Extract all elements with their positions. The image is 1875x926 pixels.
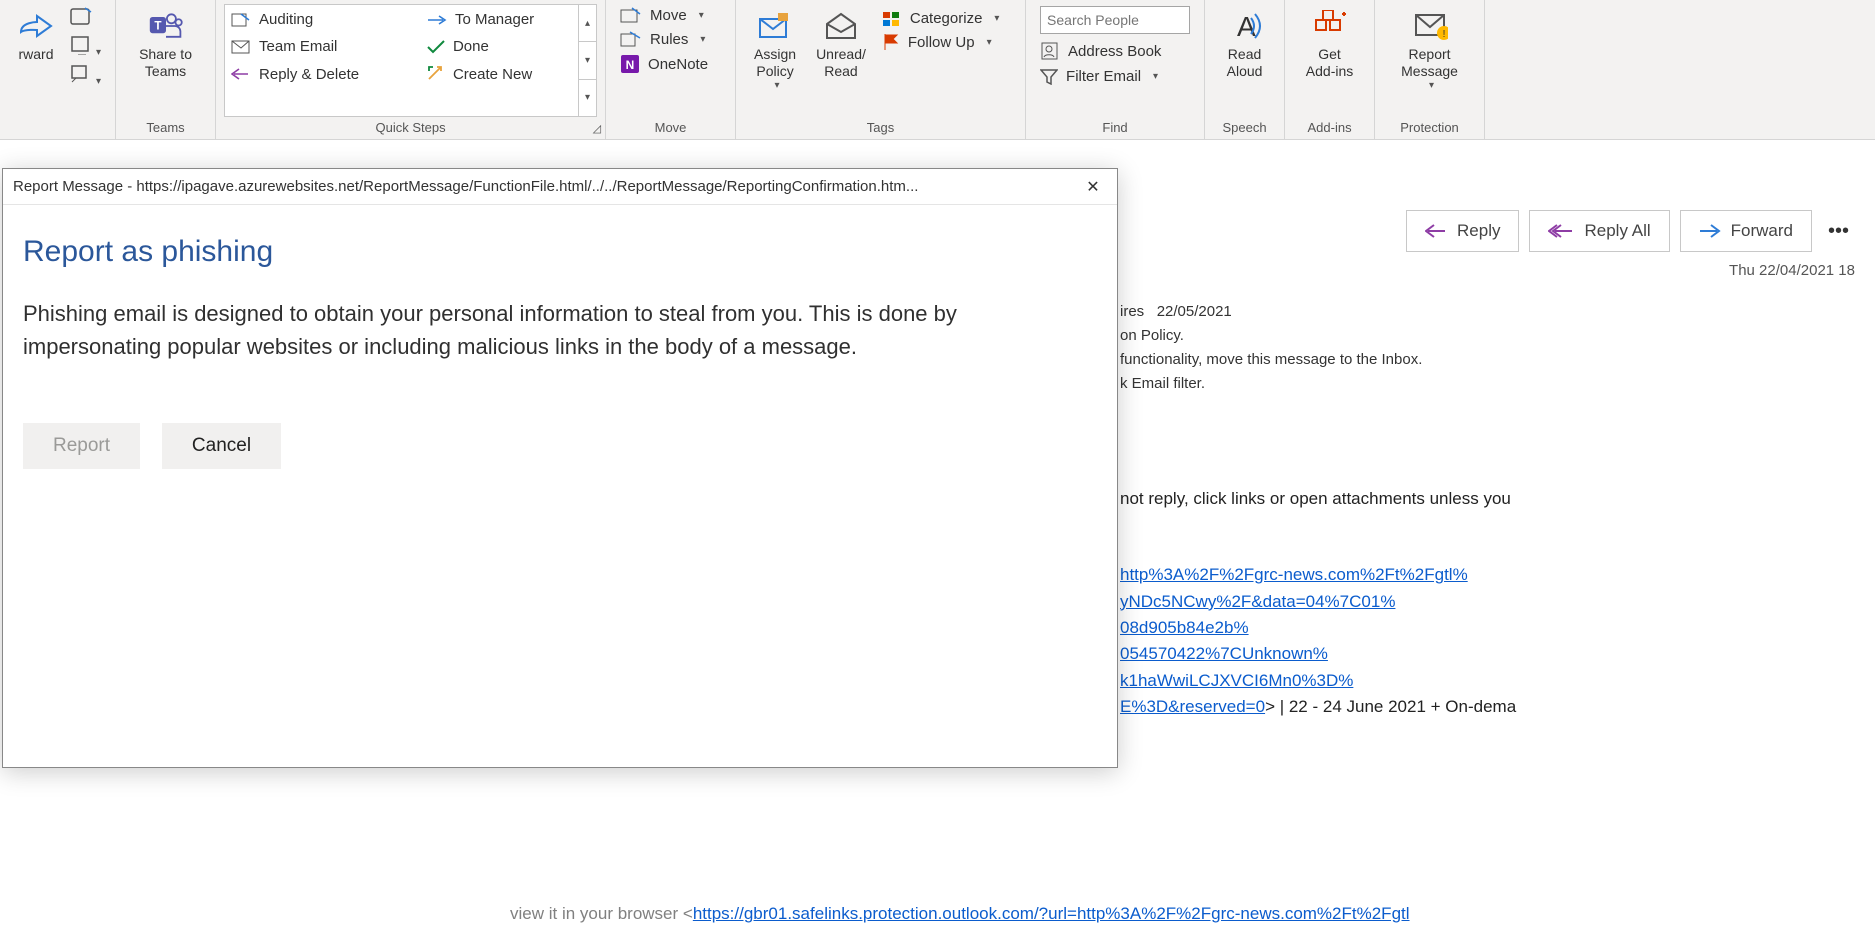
svg-text:!: ! bbox=[1442, 29, 1445, 40]
forward-label: rward bbox=[18, 46, 53, 63]
dialog-heading: Report as phishing bbox=[23, 235, 1097, 269]
report-message-icon: ! bbox=[1412, 8, 1448, 44]
follow-up-button[interactable]: Follow Up▾ bbox=[882, 33, 1000, 51]
envelope-open-icon bbox=[823, 8, 859, 44]
safelink-line-4[interactable]: 054570422%7CUnknown% bbox=[1120, 644, 1328, 663]
report-button[interactable]: Report bbox=[23, 423, 140, 469]
read-aloud-button[interactable]: A Read Aloud bbox=[1217, 4, 1273, 84]
group-label-speech: Speech bbox=[1213, 117, 1276, 137]
info-line-2: functionality, move this message to the … bbox=[1120, 348, 1422, 372]
message-date: Thu 22/04/2021 18 bbox=[1729, 262, 1855, 279]
report-message-dialog: Report Message - https://ipagave.azurewe… bbox=[2, 168, 1118, 768]
get-addins-button[interactable]: Get Add-ins bbox=[1296, 4, 1363, 84]
unread-read-button[interactable]: Unread/ Read bbox=[806, 4, 876, 84]
svg-text:N: N bbox=[626, 58, 635, 72]
info-line-1: on Policy. bbox=[1120, 324, 1422, 348]
forward-button[interactable]: rward bbox=[8, 4, 64, 67]
group-label-teams: Teams bbox=[124, 117, 207, 137]
cancel-button[interactable]: Cancel bbox=[162, 423, 281, 469]
meeting-icon[interactable] bbox=[70, 6, 101, 29]
dialog-title: Report Message - https://ipagave.azurewe… bbox=[13, 178, 1079, 195]
event-date-text: > | 22 - 24 June 2021 + On-dema bbox=[1265, 697, 1516, 716]
group-label-addins: Add-ins bbox=[1293, 117, 1366, 137]
dialog-close-button[interactable]: ✕ bbox=[1079, 173, 1107, 201]
read-aloud-icon: A bbox=[1227, 8, 1263, 44]
qs-to-manager[interactable]: To Manager bbox=[427, 11, 574, 28]
reply-all-button[interactable]: Reply All bbox=[1529, 210, 1669, 252]
assign-policy-button[interactable]: Assign Policy▾ bbox=[744, 4, 806, 95]
assign-policy-icon bbox=[757, 8, 793, 44]
safelink-line-6[interactable]: E%3D&reserved=0 bbox=[1120, 697, 1265, 716]
expires-label: ires bbox=[1120, 303, 1144, 320]
view-in-browser-link[interactable]: https://gbr01.safelinks.protection.outlo… bbox=[693, 904, 1410, 923]
view-in-browser: view it in your browser <https://gbr01.s… bbox=[510, 904, 1410, 924]
qs-done[interactable]: Done bbox=[427, 38, 574, 55]
group-label-find: Find bbox=[1034, 117, 1196, 137]
share-to-teams-button[interactable]: T Share to Teams bbox=[129, 4, 202, 84]
group-label-quicksteps: Quick Steps bbox=[224, 117, 597, 137]
safelink-line-3[interactable]: 08d905b84e2b% bbox=[1120, 618, 1249, 637]
svg-text:T: T bbox=[154, 20, 162, 33]
quick-steps-launcher-icon[interactable]: ◿ bbox=[593, 122, 601, 135]
more-respond-icon[interactable]: ▾ bbox=[70, 35, 101, 58]
group-label-tags: Tags bbox=[744, 117, 1017, 137]
qs-team-email[interactable]: Team Email bbox=[231, 38, 399, 55]
rules-button[interactable]: Rules▾ bbox=[620, 30, 708, 48]
quick-steps-gallery[interactable]: Auditing To Manager Team Email Done Repl… bbox=[224, 4, 597, 117]
forward-arrow-icon bbox=[18, 8, 54, 44]
share-im-icon[interactable]: ▾ bbox=[70, 64, 101, 87]
safelink-line-5[interactable]: k1haWwiLCJXVCI6Mn0%3D% bbox=[1120, 671, 1353, 690]
more-actions-button[interactable]: ••• bbox=[1822, 220, 1855, 243]
onenote-button[interactable]: NOneNote bbox=[620, 54, 708, 74]
move-button[interactable]: Move▾ bbox=[620, 6, 708, 24]
qs-auditing[interactable]: Auditing bbox=[231, 11, 399, 28]
group-label-respond bbox=[8, 117, 107, 137]
message-info-bar: ires 22/05/2021 on Policy. functionality… bbox=[1120, 300, 1422, 396]
group-label-move: Move bbox=[614, 117, 727, 137]
report-message-button[interactable]: ! Report Message▾ bbox=[1391, 4, 1468, 95]
safelink-line-1[interactable]: http%3A%2F%2Fgrc-news.com%2Ft%2Fgtl% bbox=[1120, 565, 1468, 584]
info-line-3: k Email filter. bbox=[1120, 372, 1422, 396]
dialog-body-text: Phishing email is designed to obtain you… bbox=[23, 297, 1063, 363]
group-label-protection: Protection bbox=[1383, 117, 1476, 137]
filter-email-button[interactable]: Filter Email▾ bbox=[1040, 68, 1190, 85]
qs-create-new[interactable]: Create New bbox=[427, 65, 574, 83]
search-people-input[interactable] bbox=[1040, 6, 1190, 34]
forward-msg-button[interactable]: Forward bbox=[1680, 210, 1812, 252]
share-to-teams-label: Share to Teams bbox=[139, 46, 192, 80]
addins-icon bbox=[1312, 8, 1348, 44]
categorize-button[interactable]: Categorize▾ bbox=[882, 10, 1000, 27]
qs-reply-delete[interactable]: Reply & Delete bbox=[231, 65, 399, 83]
teams-icon: T bbox=[148, 8, 184, 44]
message-body: not reply, click links or open attachmen… bbox=[1120, 486, 1875, 720]
ribbon: rward ▾ ▾ T Share to Teams Teams bbox=[0, 0, 1875, 140]
external-warning: not reply, click links or open attachmen… bbox=[1120, 486, 1875, 512]
safelink-line-2[interactable]: yNDc5NCwy%2F&data=04%7C01% bbox=[1120, 592, 1395, 611]
reply-button[interactable]: Reply bbox=[1406, 210, 1519, 252]
address-book-button[interactable]: Address Book bbox=[1040, 42, 1190, 60]
message-actions: Reply Reply All Forward ••• bbox=[1406, 210, 1855, 252]
expires-date: 22/05/2021 bbox=[1157, 303, 1232, 320]
quick-steps-scroll[interactable]: ▴▾▾ bbox=[578, 5, 596, 116]
